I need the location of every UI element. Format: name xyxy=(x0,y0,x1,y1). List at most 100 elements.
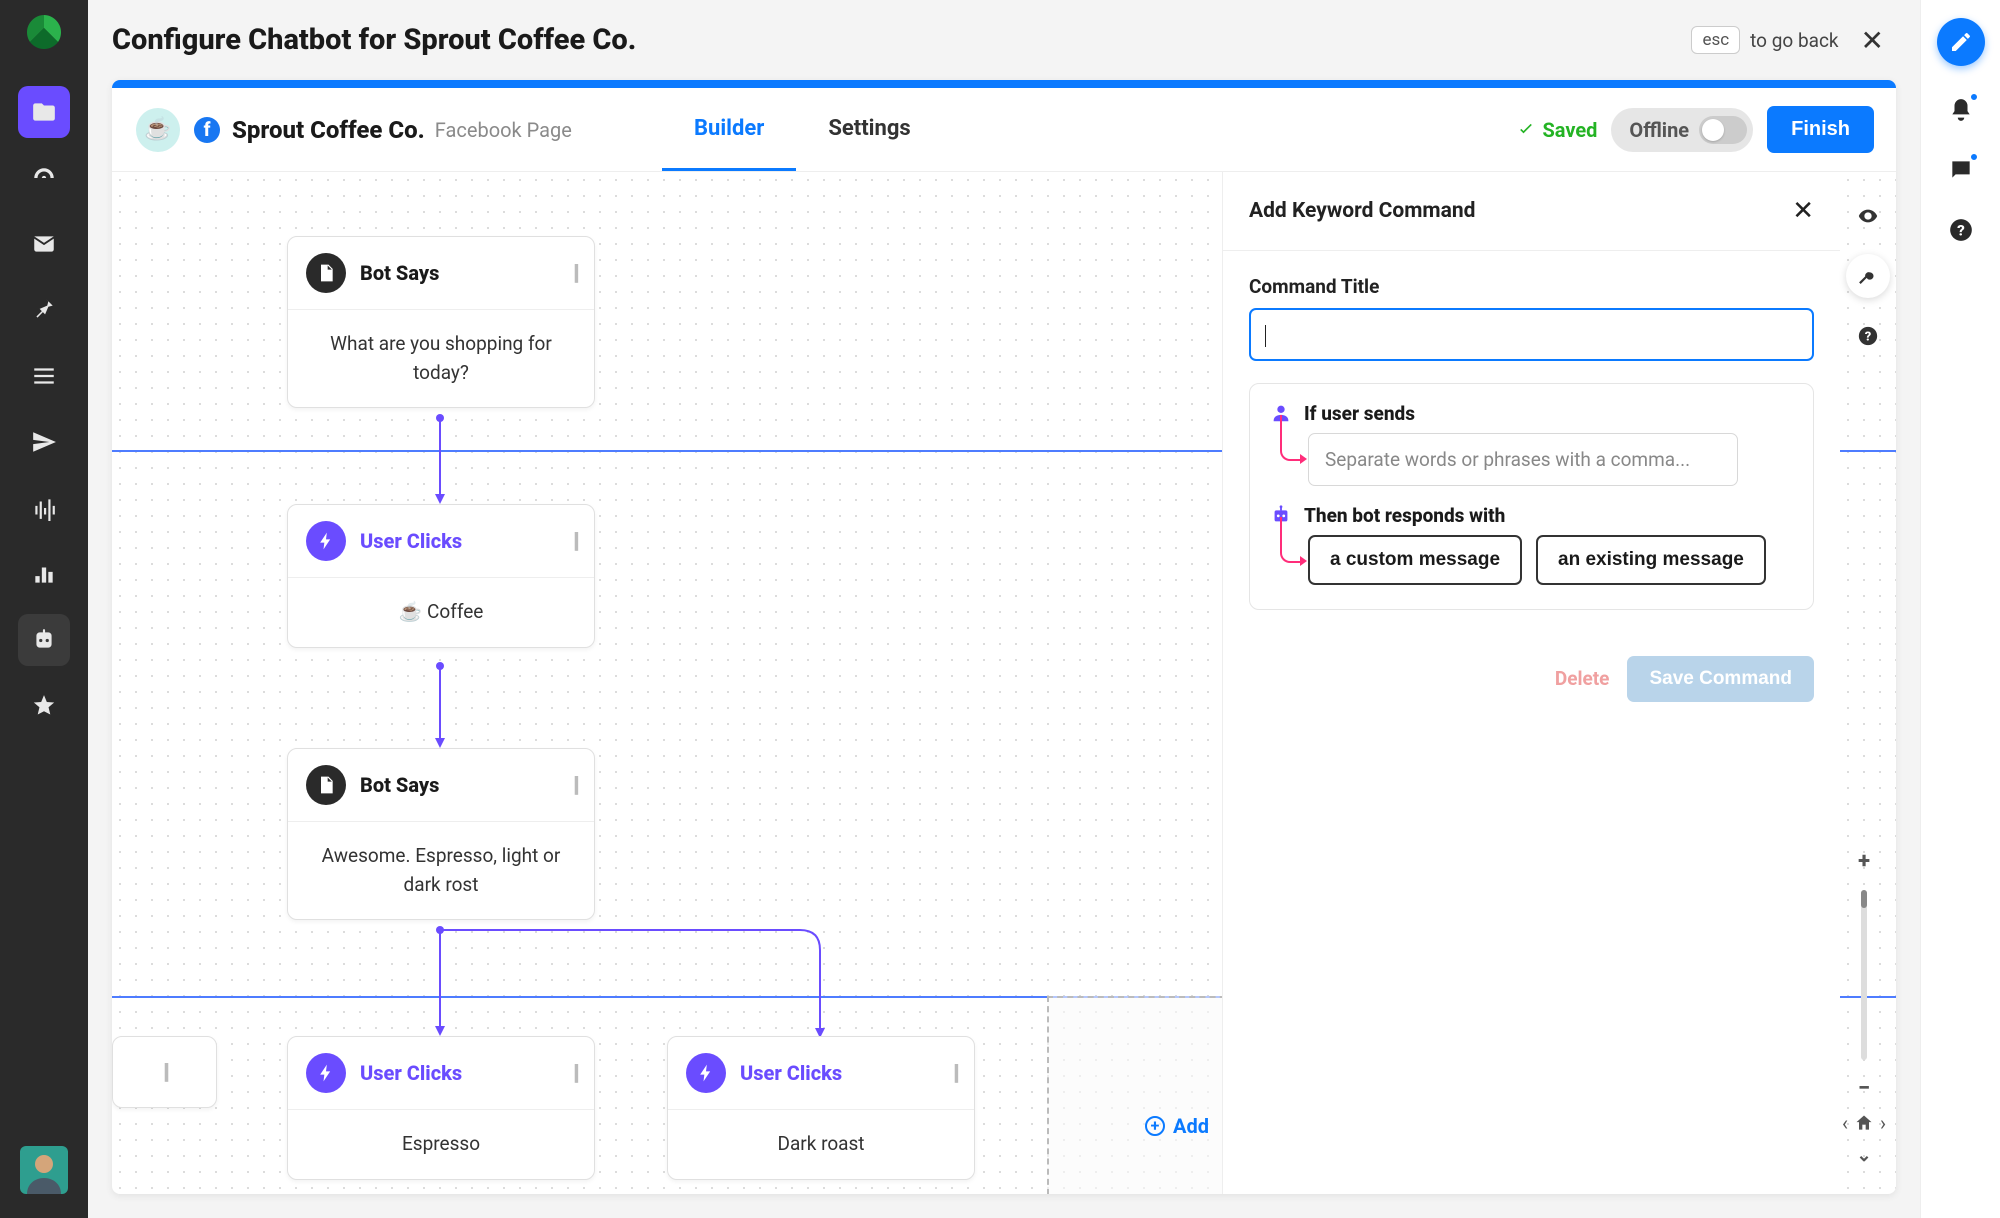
keywords-indent: Separate words or phrases with a comma..… xyxy=(1308,433,1793,486)
nav-pin[interactable] xyxy=(18,284,70,336)
node-bot-says[interactable]: Bot Says || What are you shopping for to… xyxy=(287,236,595,408)
custom-message-button[interactable]: a custom message xyxy=(1308,535,1522,585)
command-title-input[interactable] xyxy=(1249,308,1814,361)
nav-bots[interactable] xyxy=(18,614,70,666)
chevron-down-icon[interactable]: ⌄ xyxy=(1852,1141,1875,1170)
chevron-right-icon[interactable]: › xyxy=(1880,1111,1886,1135)
node-body: Espresso xyxy=(288,1110,594,1179)
toggle-switch[interactable] xyxy=(1699,116,1747,144)
nav-publishing[interactable] xyxy=(18,416,70,468)
help-icon[interactable]: ? xyxy=(1945,214,1977,246)
node-body: Awesome. Espresso, light or dark rost xyxy=(288,822,594,919)
node-body: ☕ Coffee xyxy=(288,578,594,647)
key-icon[interactable] xyxy=(1846,254,1890,298)
drag-handle-icon[interactable]: || xyxy=(573,261,576,286)
builder-canvas[interactable]: Bot Says || What are you shopping for to… xyxy=(112,172,1896,1194)
existing-message-button[interactable]: an existing message xyxy=(1536,535,1766,585)
content-card: ☕ f Sprout Coffee Co. Facebook Page Buil… xyxy=(112,80,1896,1194)
sidepanel-footer: Delete Save Command xyxy=(1223,634,1840,724)
node-header: Bot Says || xyxy=(288,749,594,822)
saved-status: Saved xyxy=(1516,118,1597,142)
nav-reviews[interactable] xyxy=(18,680,70,732)
node-partial[interactable]: || xyxy=(112,1036,217,1108)
plus-icon: + xyxy=(1145,1116,1165,1136)
check-icon xyxy=(1516,120,1536,140)
node-header: User Clicks || xyxy=(668,1037,974,1110)
nav-folder[interactable] xyxy=(18,86,70,138)
sidepanel-header: Add Keyword Command ✕ xyxy=(1223,172,1840,251)
node-title: User Clicks xyxy=(360,1061,573,1085)
if-user-sends-label: If user sends xyxy=(1304,402,1415,425)
nav-dashboard[interactable] xyxy=(18,152,70,204)
subheader: ☕ f Sprout Coffee Co. Facebook Page Buil… xyxy=(112,88,1896,172)
drag-handle-icon[interactable]: || xyxy=(953,1061,956,1086)
tab-builder[interactable]: Builder xyxy=(662,88,796,171)
nav-inbox[interactable] xyxy=(18,218,70,270)
node-title: Bot Says xyxy=(360,773,573,797)
zoom-in-button[interactable]: + xyxy=(1854,845,1874,878)
close-icon[interactable]: ✕ xyxy=(1861,24,1884,57)
bolt-icon xyxy=(306,521,346,561)
save-command-button[interactable]: Save Command xyxy=(1627,656,1814,702)
sidepanel-body: Command Title If user sends Separate wor… xyxy=(1223,251,1840,634)
accent-bar xyxy=(112,80,1896,88)
coffee-avatar-icon: ☕ xyxy=(136,108,180,152)
help-icon[interactable]: ? xyxy=(1846,314,1890,358)
home-icon[interactable] xyxy=(1854,1113,1874,1133)
keyword-section: If user sends Separate words or phrases … xyxy=(1249,383,1814,610)
page-title: Configure Chatbot for Sprout Coffee Co. xyxy=(112,23,1691,57)
if-user-sends-row: If user sends xyxy=(1270,402,1793,425)
offline-toggle[interactable]: Offline xyxy=(1611,108,1753,152)
compose-button[interactable] xyxy=(1937,18,1985,66)
then-bot-responds-label: Then bot responds with xyxy=(1304,504,1505,527)
canvas-nav: ‹ › xyxy=(1842,1111,1886,1135)
profile-name: Sprout Coffee Co. xyxy=(232,116,425,144)
nav-listening[interactable] xyxy=(18,482,70,534)
node-user-clicks[interactable]: User Clicks || Espresso xyxy=(287,1036,595,1180)
svg-text:?: ? xyxy=(1957,221,1965,239)
node-user-clicks[interactable]: User Clicks || ☕ Coffee xyxy=(287,504,595,648)
drag-handle-icon[interactable]: || xyxy=(163,1060,166,1085)
chevron-left-icon[interactable]: ‹ xyxy=(1842,1111,1848,1135)
zoom-thumb[interactable] xyxy=(1861,890,1867,908)
close-icon[interactable]: ✕ xyxy=(1792,196,1814,226)
node-title: Bot Says xyxy=(360,261,573,285)
canvas-tool-rail: ? xyxy=(1840,194,1896,358)
node-header: User Clicks || xyxy=(288,505,594,578)
document-icon xyxy=(306,765,346,805)
node-bot-says[interactable]: Bot Says || Awesome. Espresso, light or … xyxy=(287,748,595,920)
profile-type: Facebook Page xyxy=(435,118,572,142)
finish-button[interactable]: Finish xyxy=(1767,106,1874,153)
drag-handle-icon[interactable]: || xyxy=(573,1061,576,1086)
bolt-icon xyxy=(686,1053,726,1093)
bolt-icon xyxy=(306,1053,346,1093)
command-title-label: Command Title xyxy=(1249,275,1814,298)
facebook-icon: f xyxy=(194,117,220,143)
sidepanel-title: Add Keyword Command xyxy=(1249,199,1475,223)
notifications-icon[interactable] xyxy=(1945,94,1977,126)
chat-icon[interactable] xyxy=(1945,154,1977,186)
nav-feed[interactable] xyxy=(18,350,70,402)
saved-label: Saved xyxy=(1542,118,1597,142)
node-body: What are you shopping for today? xyxy=(288,310,594,407)
drag-handle-icon[interactable]: || xyxy=(573,529,576,554)
user-avatar[interactable] xyxy=(20,1146,68,1194)
add-quick-label: Add xyxy=(1173,1114,1209,1138)
topbar: Configure Chatbot for Sprout Coffee Co. … xyxy=(88,0,1920,80)
drag-handle-icon[interactable]: || xyxy=(573,773,576,798)
node-header: User Clicks || xyxy=(288,1037,594,1110)
subheader-right: Saved Offline Finish xyxy=(1516,106,1896,153)
preview-icon[interactable] xyxy=(1846,194,1890,238)
zoom-controls: + − ‹ › ⌄ xyxy=(1840,845,1888,1170)
delete-button[interactable]: Delete xyxy=(1555,667,1610,690)
tab-settings[interactable]: Settings xyxy=(796,88,942,171)
goback-text: to go back xyxy=(1750,29,1838,52)
document-icon xyxy=(306,253,346,293)
zoom-slider[interactable] xyxy=(1861,890,1867,1060)
keywords-input[interactable]: Separate words or phrases with a comma..… xyxy=(1308,433,1738,486)
placeholder-text: Separate words or phrases with a comma..… xyxy=(1325,448,1690,471)
node-user-clicks[interactable]: User Clicks || Dark roast xyxy=(667,1036,975,1180)
response-indent: a custom message an existing message xyxy=(1308,535,1793,585)
zoom-out-button[interactable]: − xyxy=(1854,1072,1874,1105)
nav-reports[interactable] xyxy=(18,548,70,600)
